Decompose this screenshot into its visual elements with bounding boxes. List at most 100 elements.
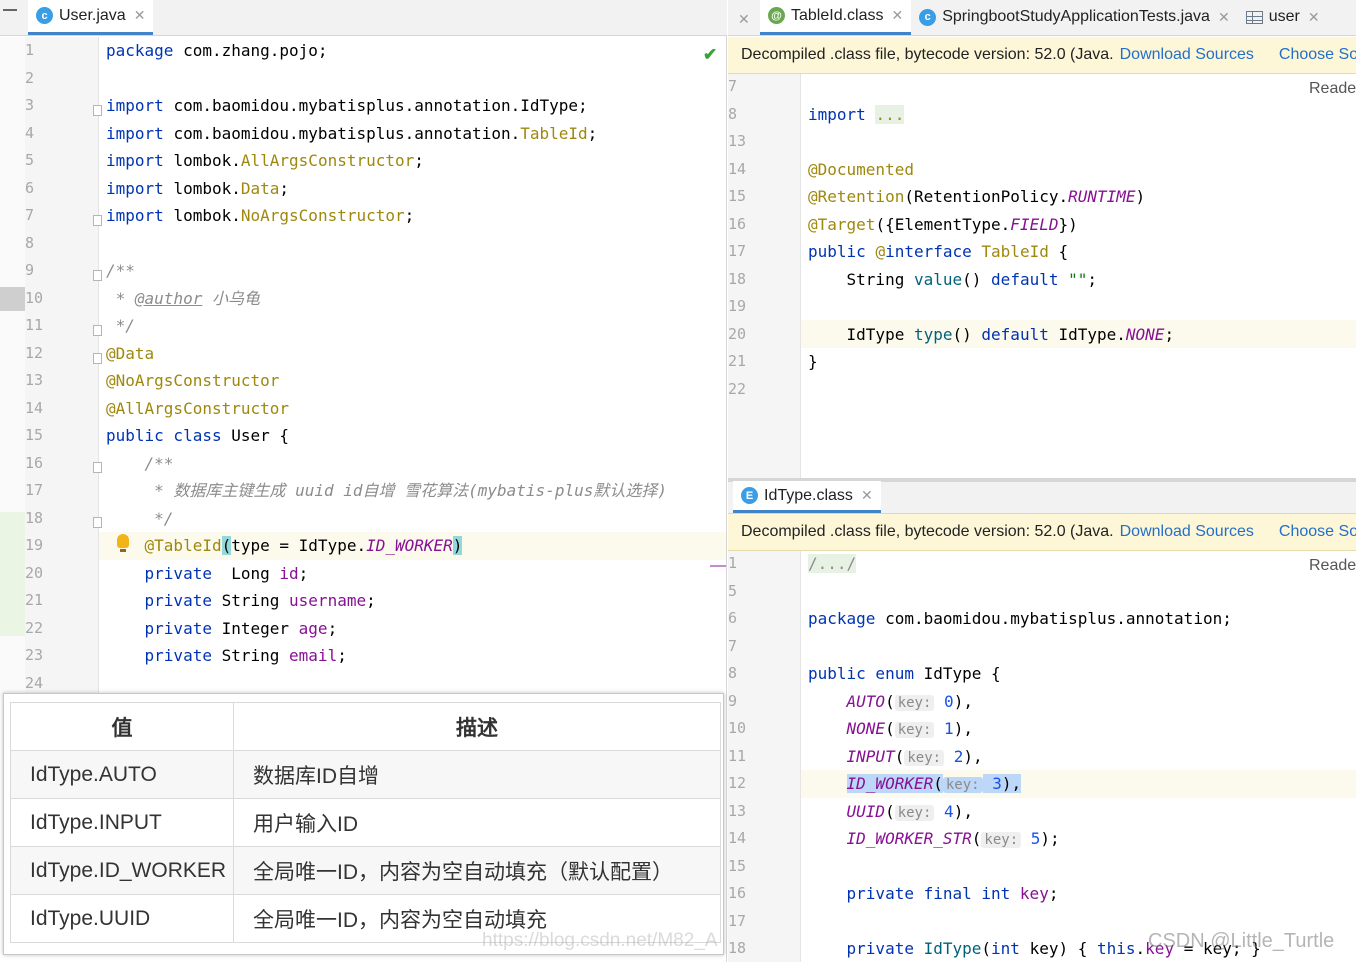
fold-toggle-icon[interactable] bbox=[93, 215, 102, 226]
line-number: 19 bbox=[728, 297, 747, 315]
tab-idtype-class[interactable]: E IdType.class ✕ bbox=[733, 481, 881, 513]
code-line[interactable]: @Documented bbox=[808, 156, 914, 184]
code-line[interactable]: private String username; bbox=[106, 587, 376, 615]
code-line[interactable]: @Retention(RetentionPolicy.RUNTIME) bbox=[808, 183, 1145, 211]
code-token: RUNTIME bbox=[1068, 187, 1136, 206]
tab-tableid-class[interactable]: @ TableId.class ✕ bbox=[760, 0, 912, 35]
code-token: lombok. bbox=[173, 206, 241, 225]
code-token: ) bbox=[452, 536, 463, 555]
line-number: 13 bbox=[25, 371, 44, 389]
code-token: ), bbox=[953, 691, 973, 711]
code-line[interactable]: */ bbox=[106, 505, 173, 533]
code-line[interactable]: private Long id; bbox=[106, 560, 309, 588]
code-token: ), bbox=[1001, 774, 1022, 793]
fold-toggle-icon[interactable] bbox=[93, 270, 102, 281]
code-token: key: bbox=[904, 749, 945, 766]
code-line[interactable]: ID_WORKER_STR(key: 5); bbox=[808, 825, 1060, 855]
code-token: */ bbox=[106, 316, 135, 335]
code-line[interactable]: public class User { bbox=[106, 422, 289, 450]
code-token: private bbox=[106, 618, 222, 638]
code-line[interactable]: private final int key; bbox=[808, 880, 1059, 908]
code-line[interactable]: @Target({ElementType.FIELD}) bbox=[808, 211, 1078, 239]
fold-toggle-icon[interactable] bbox=[93, 462, 102, 473]
fold-toggle-icon[interactable] bbox=[93, 517, 102, 528]
code-line[interactable]: @Data bbox=[106, 340, 154, 368]
code-line[interactable]: package com.baomidou.mybatisplus.annotat… bbox=[808, 605, 1232, 633]
code-line[interactable]: import com.baomidou.mybatisplus.annotati… bbox=[106, 120, 597, 148]
code-token: import bbox=[106, 96, 174, 115]
code-token: package bbox=[106, 41, 184, 60]
code-line[interactable]: @NoArgsConstructor bbox=[106, 367, 279, 395]
line-number: 23 bbox=[25, 646, 44, 664]
line-number: 18 bbox=[728, 269, 747, 288]
line-number: 17 bbox=[728, 911, 747, 930]
code-line[interactable]: /** bbox=[106, 257, 135, 285]
line-number: 6 bbox=[728, 609, 738, 627]
close-icon[interactable]: ✕ bbox=[134, 7, 146, 24]
code-token: 1 bbox=[934, 719, 954, 738]
line-number: 14 bbox=[728, 159, 747, 178]
close-icon[interactable]: ✕ bbox=[1308, 9, 1320, 26]
code-line[interactable]: import ... bbox=[808, 101, 905, 129]
code-line[interactable]: public enum IdType { bbox=[808, 660, 1001, 688]
code-token: { bbox=[1048, 242, 1069, 261]
download-sources-link[interactable]: Download Sources bbox=[1120, 523, 1254, 541]
tab-user-java[interactable]: c User.java ✕ bbox=[28, 0, 154, 35]
line-number: 20 bbox=[728, 324, 747, 343]
code-token: ( bbox=[981, 939, 992, 958]
code-token: FIELD bbox=[1010, 214, 1059, 234]
line-number: 15 bbox=[25, 426, 44, 444]
code-token: * bbox=[106, 288, 135, 308]
code-line[interactable]: UUID(key: 4), bbox=[808, 798, 973, 828]
code-line[interactable]: package com.zhang.pojo; bbox=[106, 37, 328, 65]
close-icon[interactable]: ✕ bbox=[738, 11, 750, 28]
lightbulb-icon[interactable] bbox=[117, 534, 129, 548]
code-line[interactable]: import com.baomidou.mybatisplus.annotati… bbox=[106, 92, 588, 120]
code-line[interactable]: private String email; bbox=[106, 642, 347, 670]
fold-toggle-icon[interactable] bbox=[93, 353, 102, 364]
code-line[interactable]: * @author 小乌龟 bbox=[106, 285, 260, 313]
code-token: public class bbox=[106, 426, 232, 445]
code-line[interactable]: /.../ bbox=[808, 550, 857, 578]
code-line[interactable]: import lombok.Data; bbox=[106, 175, 289, 203]
close-icon[interactable]: ✕ bbox=[1218, 9, 1230, 26]
code-line[interactable]: * 数据库主键生成 uuid id自增 雪花算法(mybatis-plus默认选… bbox=[106, 477, 667, 505]
code-token: TableId bbox=[520, 123, 588, 143]
code-token: ) bbox=[1135, 187, 1146, 206]
code-line[interactable]: IdType type() default IdType.NONE; bbox=[808, 321, 1175, 349]
tab-springboot-tests[interactable]: c SpringbootStudyApplicationTests.java ✕ bbox=[911, 0, 1237, 35]
csdn-watermark: CSDN @Little_Turtle bbox=[1148, 930, 1335, 952]
banner-text: Decompiled .class file, bytecode version… bbox=[741, 523, 1114, 540]
code-line[interactable]: AUTO(key: 0), bbox=[808, 688, 973, 718]
code-line[interactable]: */ bbox=[106, 312, 135, 340]
line-number: 7 bbox=[25, 206, 35, 224]
close-icon[interactable]: ✕ bbox=[861, 487, 873, 504]
code-line[interactable]: import lombok.AllArgsConstructor; bbox=[106, 147, 424, 175]
choose-sources-link[interactable]: Choose So bbox=[1279, 46, 1356, 64]
code-token: this bbox=[1097, 939, 1136, 958]
code-line[interactable]: INPUT(key: 2), bbox=[808, 743, 983, 773]
code-line[interactable]: public @interface TableId { bbox=[808, 238, 1068, 266]
code-line[interactable]: /** bbox=[106, 450, 174, 478]
choose-sources-link[interactable]: Choose So bbox=[1279, 523, 1356, 541]
download-sources-link[interactable]: Download Sources bbox=[1120, 46, 1254, 64]
code-line[interactable]: @TableId(type = IdType.ID_WORKER) bbox=[106, 532, 463, 560]
code-line[interactable]: private Integer age; bbox=[106, 615, 338, 643]
code-token: default bbox=[991, 269, 1069, 289]
reader-mode-toggle[interactable]: Reade bbox=[1309, 557, 1356, 575]
code-token: public enum bbox=[808, 664, 924, 683]
code-line[interactable]: String value() default ""; bbox=[808, 266, 1097, 294]
code-token: ; bbox=[1087, 269, 1098, 289]
code-line[interactable]: NONE(key: 1), bbox=[808, 715, 973, 745]
code-line[interactable]: import lombok.NoArgsConstructor; bbox=[106, 202, 414, 230]
minimize-icon[interactable] bbox=[3, 9, 17, 11]
tab-user-table[interactable]: user ✕ bbox=[1238, 0, 1328, 35]
code-line[interactable]: } bbox=[808, 348, 818, 376]
fold-toggle-icon[interactable] bbox=[93, 105, 102, 116]
reader-mode-toggle[interactable]: Reade bbox=[1309, 80, 1356, 98]
code-line[interactable]: ID_WORKER(key: 3), bbox=[808, 770, 1022, 800]
close-icon[interactable]: ✕ bbox=[892, 7, 904, 24]
fold-toggle-icon[interactable] bbox=[93, 325, 102, 336]
code-line[interactable]: @AllArgsConstructor bbox=[106, 395, 289, 423]
line-number: 12 bbox=[728, 774, 747, 792]
